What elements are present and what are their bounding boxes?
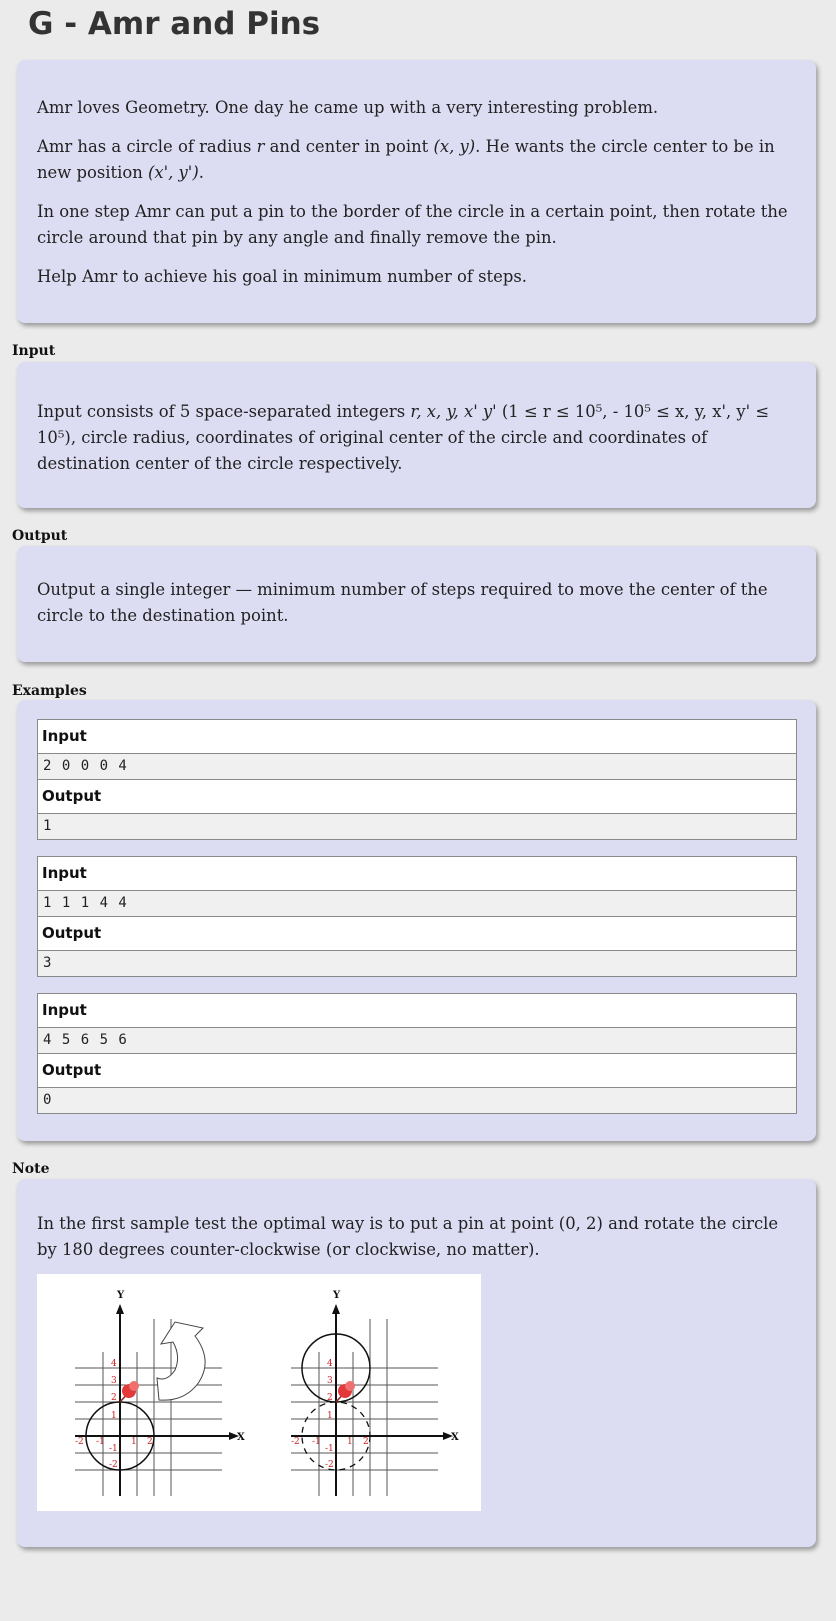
right-y-tick: 4 [327, 1359, 333, 1369]
right-y-tick: -1 [325, 1444, 334, 1454]
right-x-tick: -2 [291, 1437, 300, 1447]
input-card: Input consists of 5 space-separated inte… [17, 362, 816, 508]
rotate-arrow-icon [156, 1321, 206, 1401]
example-output-label: Output [38, 1054, 796, 1088]
right-x-tick: 2 [363, 1437, 369, 1447]
left-y-arrow [116, 1304, 124, 1314]
rotation-figure: Y X 4 3 2 1 -1 -2 -2 -1 1 2 Y X 4 3 2 1 … [37, 1274, 481, 1511]
input-description: Input consists of 5 space-separated inte… [37, 402, 770, 473]
right-y-arrow [332, 1304, 340, 1314]
note-card: In the first sample test the optimal way… [17, 1179, 816, 1547]
left-panel: Y X 4 3 2 1 -1 -2 -2 -1 1 2 [75, 1290, 245, 1496]
statement-paragraph: In one step Amr can put a pin to the bor… [37, 202, 788, 247]
input-heading: Input [12, 343, 56, 359]
right-panel: Y X 4 3 2 1 -1 -2 -2 -1 1 2 [291, 1290, 459, 1496]
left-x-tick: 1 [131, 1437, 137, 1447]
right-x-tick: -1 [312, 1437, 321, 1447]
left-x-tick: 2 [147, 1437, 153, 1447]
left-y-tick: -2 [109, 1460, 118, 1470]
page-title: G - Amr and Pins [28, 6, 321, 42]
note-heading: Note [12, 1161, 50, 1177]
examples-card: Input 2 0 0 0 4 Output 1 Input 1 1 1 4 4… [17, 700, 816, 1141]
example-block: Input 1 1 1 4 4 Output 3 [37, 856, 797, 977]
output-description: Output a single integer — minimum number… [37, 580, 768, 625]
right-y-tick: 3 [327, 1376, 333, 1386]
example-output-label: Output [38, 917, 796, 951]
statement-card: Amr loves Geometry. One day he came up w… [17, 60, 816, 323]
left-y-tick: -1 [109, 1444, 118, 1454]
left-x-tick: -1 [96, 1437, 105, 1447]
example-output-label: Output [38, 780, 796, 814]
output-heading: Output [12, 528, 68, 544]
example-input-label: Input [38, 720, 796, 754]
example-block: Input 2 0 0 0 4 Output 1 [37, 719, 797, 840]
statement-paragraph: Amr loves Geometry. One day he came up w… [37, 98, 659, 117]
left-y-tick: 2 [111, 1393, 117, 1403]
statement-paragraph: Help Amr to achieve his goal in minimum … [37, 267, 527, 286]
example-output-value[interactable]: 0 [38, 1088, 796, 1113]
example-input-value[interactable]: 1 1 1 4 4 [38, 891, 796, 917]
example-input-value[interactable]: 4 5 6 5 6 [38, 1028, 796, 1054]
left-y-axis-label: Y [116, 1290, 125, 1301]
example-output-value[interactable]: 3 [38, 951, 796, 976]
left-x-axis-label: X [237, 1432, 245, 1443]
example-input-label: Input [38, 857, 796, 891]
rotation-figure-svg: Y X 4 3 2 1 -1 -2 -2 -1 1 2 Y X 4 3 2 1 … [75, 1290, 459, 1496]
left-y-tick: 4 [111, 1359, 117, 1369]
right-x-axis-label: X [451, 1432, 459, 1443]
example-input-label: Input [38, 994, 796, 1028]
example-input-value[interactable]: 2 0 0 0 4 [38, 754, 796, 780]
right-y-axis-label: Y [332, 1290, 341, 1301]
left-y-tick: 1 [111, 1411, 117, 1421]
examples-heading: Examples [12, 683, 87, 699]
right-y-tick: -2 [325, 1460, 334, 1470]
right-grid [291, 1319, 438, 1496]
right-x-tick: 1 [347, 1437, 353, 1447]
example-output-value[interactable]: 1 [38, 814, 796, 839]
pin-icon [119, 1381, 139, 1403]
output-card: Output a single integer — minimum number… [17, 546, 816, 662]
right-y-tick: 1 [327, 1411, 333, 1421]
pin-icon [335, 1381, 355, 1403]
example-block: Input 4 5 6 5 6 Output 0 [37, 993, 797, 1114]
left-x-tick: -2 [75, 1437, 84, 1447]
note-text: In the first sample test the optimal way… [37, 1214, 779, 1259]
right-y-tick: 2 [327, 1393, 333, 1403]
statement-paragraph: Amr has a circle of radius r and center … [37, 137, 775, 182]
left-y-tick: 3 [111, 1376, 117, 1386]
